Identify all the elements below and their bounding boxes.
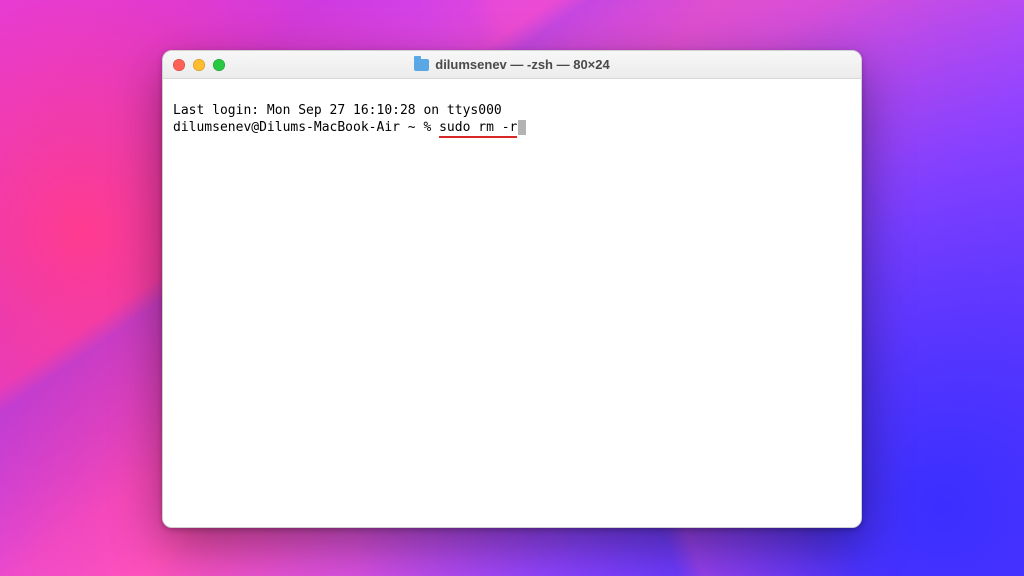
terminal-window: dilumsenev — -zsh — 80×24 Last login: Mo… — [162, 50, 862, 528]
window-title-wrap: dilumsenev — -zsh — 80×24 — [414, 57, 609, 72]
terminal-body[interactable]: Last login: Mon Sep 27 16:10:28 on ttys0… — [163, 79, 861, 527]
window-title: dilumsenev — -zsh — 80×24 — [435, 57, 609, 72]
desktop-wallpaper: dilumsenev — -zsh — 80×24 Last login: Mo… — [0, 0, 1024, 576]
text-cursor — [518, 120, 526, 135]
minimize-button[interactable] — [193, 59, 205, 71]
zoom-button[interactable] — [213, 59, 225, 71]
folder-icon — [414, 59, 429, 71]
close-button[interactable] — [173, 59, 185, 71]
traffic-lights — [173, 51, 225, 78]
last-login-line: Last login: Mon Sep 27 16:10:28 on ttys0… — [173, 103, 502, 118]
window-titlebar[interactable]: dilumsenev — -zsh — 80×24 — [163, 51, 861, 79]
typed-command: sudo rm -r — [439, 120, 517, 138]
shell-prompt: dilumsenev@Dilums-MacBook-Air ~ % — [173, 120, 439, 135]
